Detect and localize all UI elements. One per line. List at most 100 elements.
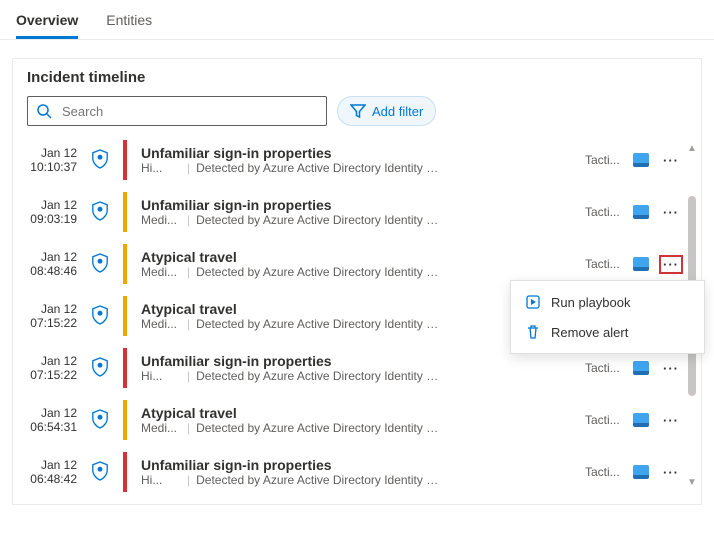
time-label: 09:03:19 [23,212,77,226]
remove-alert-item[interactable]: Remove alert [511,317,704,347]
severity-bar [123,400,127,440]
severity-text: Medi... [141,213,181,227]
tactics-label: Tacti... [585,465,623,479]
detected-by-text: Detected by Azure Active Directory Ident… [196,421,446,435]
more-actions-button[interactable]: ··· [659,255,683,274]
severity-text: Hi... [141,161,181,175]
date-label: Jan 12 [23,354,77,368]
row-body: Unfamiliar sign-in propertiesMedi...|Det… [141,197,577,227]
tactics-label: Tacti... [585,361,623,375]
date-label: Jan 12 [23,146,77,160]
add-filter-button[interactable]: Add filter [337,96,436,126]
machine-icon [633,257,649,271]
timestamp: Jan 1207:15:22 [23,302,77,330]
panel-title: Incident timeline [13,69,701,96]
severity-bar [123,296,127,336]
add-filter-label: Add filter [372,104,423,119]
tactics-label: Tacti... [585,153,623,167]
tactics-label: Tacti... [585,413,623,427]
remove-alert-label: Remove alert [551,325,628,340]
detected-by-text: Detected by Azure Active Directory Ident… [196,265,446,279]
date-label: Jan 12 [23,198,77,212]
row-body: Atypical travelMedi...|Detected by Azure… [141,249,577,279]
row-right: Tacti... ··· [585,463,683,482]
severity-bar [123,244,127,284]
search-input[interactable] [60,103,318,120]
shield-icon [91,409,109,432]
detected-by-text: Detected by Azure Active Directory Ident… [196,473,446,487]
alert-meta: Medi...|Detected by Azure Active Directo… [141,213,577,227]
time-label: 07:15:22 [23,316,77,330]
run-playbook-item[interactable]: Run playbook [511,287,704,317]
severity-bar [123,192,127,232]
detected-by-text: Detected by Azure Active Directory Ident… [196,161,446,175]
timeline-row[interactable]: Jan 1206:54:31 Atypical travelMedi...|Det… [13,394,693,446]
detected-by-text: Detected by Azure Active Directory Ident… [196,369,446,383]
row-right: Tacti... ··· [585,151,683,170]
machine-icon [633,153,649,167]
row-right: Tacti... ··· [585,411,683,430]
time-label: 08:48:46 [23,264,77,278]
alert-meta: Hi...|Detected by Azure Active Directory… [141,473,577,487]
timestamp: Jan 1208:48:46 [23,250,77,278]
shield-icon [91,305,109,328]
shield-icon [91,201,109,224]
more-actions-button[interactable]: ··· [659,203,683,222]
tab-entities[interactable]: Entities [106,6,152,39]
more-actions-button[interactable]: ··· [659,151,683,170]
severity-text: Medi... [141,317,181,331]
time-label: 10:10:37 [23,160,77,174]
shield-icon [91,357,109,380]
date-label: Jan 12 [23,406,77,420]
alert-title: Atypical travel [141,249,577,265]
alert-meta: Hi...|Detected by Azure Active Directory… [141,369,577,383]
timeline-row[interactable]: Jan 1209:03:19 Unfamiliar sign-in propert… [13,186,693,238]
timeline-row[interactable]: Jan 1210:10:37 Unfamiliar sign-in propert… [13,134,693,186]
controls: Add filter [13,96,701,134]
row-right: Tacti... ··· [585,203,683,222]
date-label: Jan 12 [23,458,77,472]
row-body: Unfamiliar sign-in propertiesHi...|Detec… [141,353,577,383]
timestamp: Jan 1206:54:31 [23,406,77,434]
severity-text: Medi... [141,265,181,279]
row-body: Atypical travelMedi...|Detected by Azure… [141,405,577,435]
time-label: 06:48:42 [23,472,77,486]
row-right: Tacti...··· [585,255,683,274]
severity-bar [123,452,127,492]
severity-bar [123,348,127,388]
machine-icon [633,465,649,479]
detected-by-text: Detected by Azure Active Directory Ident… [196,317,446,331]
timestamp: Jan 1210:10:37 [23,146,77,174]
timestamp: Jan 1209:03:19 [23,198,77,226]
severity-text: Hi... [141,473,181,487]
detected-by-text: Detected by Azure Active Directory Ident… [196,213,446,227]
timestamp: Jan 1207:15:22 [23,354,77,382]
tactics-label: Tacti... [585,205,623,219]
machine-icon [633,205,649,219]
timestamp: Jan 1206:48:42 [23,458,77,486]
severity-text: Medi... [141,421,181,435]
tab-overview[interactable]: Overview [16,6,78,39]
alert-title: Unfamiliar sign-in properties [141,197,577,213]
shield-icon [91,149,109,172]
more-actions-button[interactable]: ··· [659,463,683,482]
time-label: 07:15:22 [23,368,77,382]
time-label: 06:54:31 [23,420,77,434]
alert-title: Unfamiliar sign-in properties [141,457,577,473]
row-body: Unfamiliar sign-in propertiesHi...|Detec… [141,145,577,175]
context-menu: Run playbook Remove alert [510,280,705,354]
shield-icon [91,461,109,484]
more-actions-button[interactable]: ··· [659,411,683,430]
alert-meta: Medi...|Detected by Azure Active Directo… [141,421,577,435]
timeline-row[interactable]: Jan 1206:48:42 Unfamiliar sign-in propert… [13,446,693,498]
tabs: Overview Entities [0,0,714,40]
row-body: Unfamiliar sign-in propertiesHi...|Detec… [141,457,577,487]
alert-meta: Hi...|Detected by Azure Active Directory… [141,161,577,175]
more-actions-button[interactable]: ··· [659,359,683,378]
row-right: Tacti... ··· [585,359,683,378]
search-box[interactable] [27,96,327,126]
run-playbook-label: Run playbook [551,295,631,310]
trash-icon [525,324,541,340]
machine-icon [633,413,649,427]
alert-title: Atypical travel [141,405,577,421]
